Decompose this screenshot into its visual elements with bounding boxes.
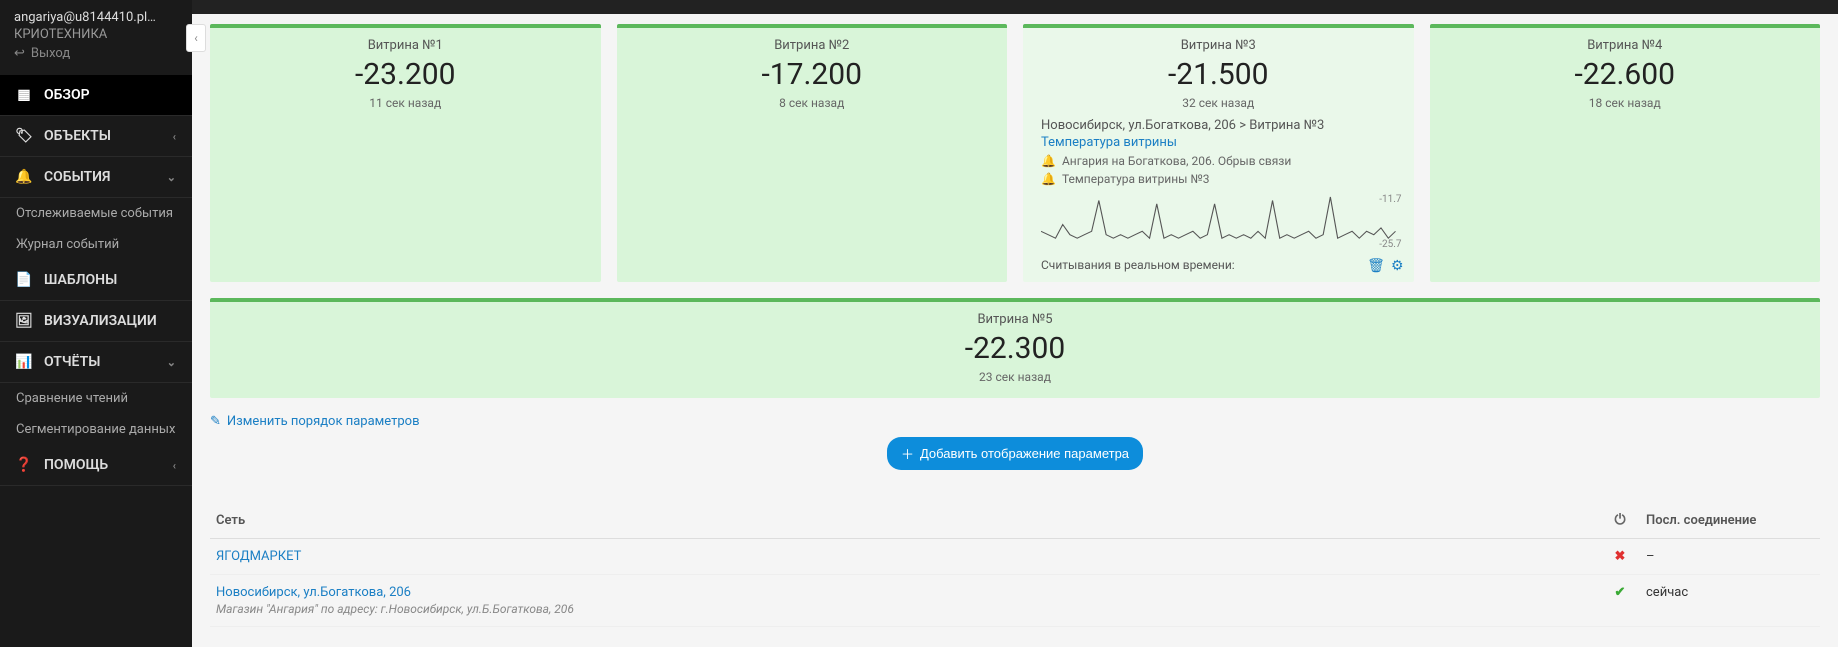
nav-item-2[interactable]: 🔔 СОБЫТИЯ ⌄: [0, 157, 192, 198]
card-title: Витрина №3: [1041, 38, 1396, 53]
card-value: -22.600: [1448, 57, 1803, 92]
spark-max: -11.7: [1379, 194, 1401, 205]
card-value: -21.500: [1041, 57, 1396, 92]
col-last: Посл. соединение: [1640, 502, 1820, 539]
status-error-icon: ✖: [1615, 549, 1626, 564]
card-time: 32 сек назад: [1041, 96, 1396, 110]
user-email: angariya@u8144410.pl…: [14, 10, 178, 25]
nav-item-6[interactable]: ❓ ПОМОЩЬ ‹: [0, 445, 192, 486]
card-5[interactable]: Витрина №5 -22.300 23 сек назад: [210, 298, 1820, 398]
col-network: Сеть: [210, 502, 1600, 539]
add-param-label: Добавить отображение параметра: [920, 446, 1129, 461]
nav-label: ОТЧЁТЫ: [44, 354, 100, 370]
pencil-icon: ✎: [210, 414, 221, 429]
main: Витрина №1 -23.200 11 сек назадВитрина №…: [192, 0, 1838, 647]
gear-icon[interactable]: ⚙: [1391, 258, 1404, 274]
card-2[interactable]: Витрина №2 -17.200 8 сек назад: [617, 24, 1008, 282]
power-icon: ⏻: [1614, 512, 1625, 528]
nav-item-5[interactable]: 📊 ОТЧЁТЫ ⌄: [0, 342, 192, 383]
status-ok-icon: ✔: [1615, 585, 1626, 600]
add-param-button[interactable]: ＋ Добавить отображение параметра: [887, 437, 1143, 470]
table-row: ЯГОДМАРКЕТ ✖ –: [210, 539, 1820, 575]
cards-row: Витрина №1 -23.200 11 сек назадВитрина №…: [210, 24, 1820, 398]
card-value: -17.200: [635, 57, 990, 92]
network-table-body: ЯГОДМАРКЕТ ✖ –Новосибирск, ул.Богаткова,…: [210, 539, 1820, 627]
nav-item-0[interactable]: ▦ ОБЗОР: [0, 75, 192, 116]
sidebar-header: angariya@u8144410.pl… КРИОТЕХНИКА ↩ Выхо…: [0, 0, 192, 69]
card-1[interactable]: Витрина №1 -23.200 11 сек назад: [210, 24, 601, 282]
edit-order-link[interactable]: ✎ Изменить порядок параметров: [210, 414, 420, 429]
trash-icon[interactable]: 🗑: [1367, 258, 1385, 274]
col-status: ⏻: [1600, 502, 1640, 539]
logout-link[interactable]: ↩ Выход: [14, 46, 178, 61]
sidebar-collapse-button[interactable]: ‹: [186, 24, 206, 52]
card-4[interactable]: Витрина №4 -22.600 18 сек назад: [1430, 24, 1821, 282]
nav-label: ВИЗУАЛИЗАЦИИ: [44, 313, 157, 329]
nav: ▦ ОБЗОР 🏷 ОБЪЕКТЫ ‹ 🔔 СОБЫТИЯ ⌄ Отслеживаемые со…: [0, 75, 192, 486]
logout-icon: ↩: [14, 46, 25, 61]
alert-line: 🔔Температура витрины №3: [1041, 172, 1396, 186]
chevron-icon: ⌄: [167, 356, 176, 369]
nav-icon: 📄: [16, 272, 32, 288]
topbar: [192, 0, 1838, 14]
nav-label: ОБЪЕКТЫ: [44, 128, 111, 144]
card-value: -23.200: [228, 57, 583, 92]
network-table: Сеть ⏻ Посл. соединение ЯГОДМАРКЕТ ✖ –Но…: [210, 502, 1820, 627]
network-desc: Магазин "Ангария" по адресу: г.Новосибир…: [216, 602, 1594, 616]
last-connection: сейчас: [1640, 575, 1820, 627]
card-value: -22.300: [228, 331, 1802, 366]
plus-icon: ＋: [901, 444, 914, 463]
card-time: 18 сек назад: [1448, 96, 1803, 110]
bell-icon: 🔔: [1041, 172, 1056, 186]
sensor-link[interactable]: Температура витрины: [1041, 135, 1177, 150]
nav-item-4[interactable]: 🖼 ВИЗУАЛИЗАЦИИ: [0, 301, 192, 342]
chevron-icon: ⌄: [167, 171, 176, 184]
nav-item-3[interactable]: 📄 ШАБЛОНЫ: [0, 260, 192, 301]
card-title: Витрина №4: [1448, 38, 1803, 53]
nav-icon: 🔔: [16, 169, 32, 185]
nav-label: ОБЗОР: [44, 87, 90, 103]
card-time: 8 сек назад: [635, 96, 990, 110]
card-title: Витрина №1: [228, 38, 583, 53]
nav-label: ПОМОЩЬ: [44, 457, 108, 473]
nav-icon: 📊: [16, 354, 32, 370]
realtime-label: Считывания в реальном времени:: [1041, 258, 1396, 272]
card-time: 11 сек назад: [228, 96, 583, 110]
last-connection: –: [1640, 539, 1820, 575]
nav-item-1[interactable]: 🏷 ОБЪЕКТЫ ‹: [0, 116, 192, 157]
card-title: Витрина №2: [635, 38, 990, 53]
nav-subitem[interactable]: Отслеживаемые события: [0, 198, 192, 229]
card-3[interactable]: Витрина №3 -21.500 32 сек назад Новосибир…: [1023, 24, 1414, 282]
nav-label: ШАБЛОНЫ: [44, 272, 117, 288]
network-link[interactable]: ЯГОДМАРКЕТ: [216, 549, 301, 564]
chevron-icon: ‹: [173, 130, 176, 143]
nav-icon: ❓: [16, 457, 32, 473]
card-time: 23 сек назад: [228, 370, 1802, 384]
spark-min: -25.7: [1379, 239, 1401, 250]
nav-label: СОБЫТИЯ: [44, 169, 110, 185]
table-row: Новосибирск, ул.Богаткова, 206 Магазин "А…: [210, 575, 1820, 627]
company-name: КРИОТЕХНИКА: [14, 27, 178, 42]
logout-label: Выход: [31, 46, 70, 61]
card-title: Витрина №5: [228, 312, 1802, 327]
edit-order-label: Изменить порядок параметров: [227, 414, 420, 429]
chevron-icon: ‹: [173, 459, 176, 472]
nav-subitem[interactable]: Сегментирование данных: [0, 414, 192, 445]
nav-subitem[interactable]: Сравнение чтений: [0, 383, 192, 414]
nav-subitem[interactable]: Журнал событий: [0, 229, 192, 260]
sparkline: -11.7 -25.7: [1041, 196, 1396, 248]
bell-icon: 🔔: [1041, 154, 1056, 168]
nav-icon: 🏷: [16, 128, 32, 144]
sidebar: ‹ angariya@u8144410.pl… КРИОТЕХНИКА ↩ Вы…: [0, 0, 192, 647]
alert-line: 🔔Ангария на Богаткова, 206. Обрыв связи: [1041, 154, 1396, 168]
nav-icon: ▦: [16, 87, 32, 103]
breadcrumb: Новосибирск, ул.Богаткова, 206 > Витрина…: [1041, 118, 1396, 133]
network-link[interactable]: Новосибирск, ул.Богаткова, 206: [216, 585, 411, 600]
nav-icon: 🖼: [16, 313, 32, 329]
